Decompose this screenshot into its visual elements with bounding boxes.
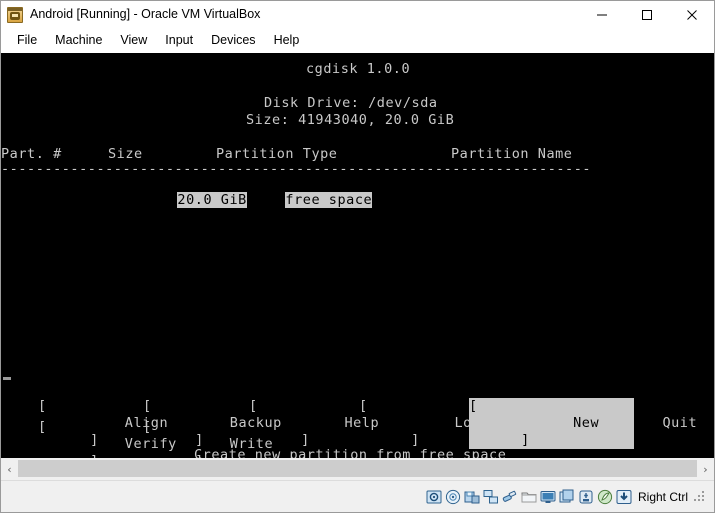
floppy-disk-icon[interactable]	[464, 489, 480, 505]
window-title: Android [Running] - Oracle VM VirtualBox	[30, 7, 261, 21]
menu-input[interactable]: Input	[156, 30, 202, 51]
hard-disk-icon[interactable]	[426, 489, 442, 505]
usb-icon[interactable]	[502, 489, 518, 505]
status-icon-group	[426, 489, 632, 505]
window-controls	[579, 1, 714, 28]
row-partition-type-cell: free space	[285, 192, 373, 208]
host-key-label: Right Ctrl	[637, 489, 688, 504]
virtualbox-window: Android [Running] - Oracle VM VirtualBox…	[0, 0, 715, 513]
mouse-integration-icon[interactable]	[597, 489, 613, 505]
close-button[interactable]	[669, 1, 714, 28]
scrollbar-track[interactable]	[18, 458, 697, 480]
resize-grip[interactable]	[694, 490, 706, 503]
remote-desktop-icon[interactable]	[578, 489, 594, 505]
menu-machine[interactable]: Machine	[46, 30, 111, 51]
recording-icon[interactable]	[559, 489, 575, 505]
terminal-cursor	[3, 377, 11, 380]
display-icon[interactable]	[540, 489, 556, 505]
menu-help[interactable]: Help	[265, 30, 309, 51]
maximize-button[interactable]	[624, 1, 669, 28]
button-quit-label: Quit	[662, 415, 698, 431]
disk-size-line: Size: 41943040, 20.0 GiB	[246, 112, 455, 128]
cgdisk-terminal: cgdisk 1.0.0 Disk Drive: /dev/sda Size: …	[1, 53, 714, 458]
shared-folders-icon[interactable]	[521, 489, 537, 505]
menu-devices[interactable]: Devices	[202, 30, 264, 51]
table-row-type[interactable]: free space	[216, 175, 373, 226]
host-key-icon[interactable]	[616, 489, 632, 505]
scrollbar-thumb[interactable]	[18, 460, 697, 477]
button-quit[interactable]: [ Quit ]	[567, 398, 714, 449]
menu-view[interactable]: View	[111, 30, 156, 51]
titlebar: Android [Running] - Oracle VM VirtualBox	[1, 1, 714, 28]
menubar: File Machine View Input Devices Help	[1, 28, 714, 53]
chevron-right-icon[interactable]: ›	[697, 458, 714, 480]
horizontal-scrollbar[interactable]: ‹ ›	[1, 458, 714, 480]
menu-file[interactable]: File	[8, 30, 46, 51]
network-icon[interactable]	[483, 489, 499, 505]
virtualbox-vm-icon	[7, 6, 23, 23]
statusbar: Right Ctrl	[1, 480, 714, 512]
cgdisk-title: cgdisk 1.0.0	[306, 61, 411, 77]
disk-drive-line: Disk Drive: /dev/sda	[264, 95, 438, 111]
status-hint: Create new partition from free space	[194, 447, 507, 458]
chevron-left-icon[interactable]: ‹	[1, 458, 18, 480]
optical-disk-icon[interactable]	[445, 489, 461, 505]
minimize-button[interactable]	[579, 1, 624, 28]
vm-display[interactable]: cgdisk 1.0.0 Disk Drive: /dev/sda Size: …	[1, 53, 714, 458]
